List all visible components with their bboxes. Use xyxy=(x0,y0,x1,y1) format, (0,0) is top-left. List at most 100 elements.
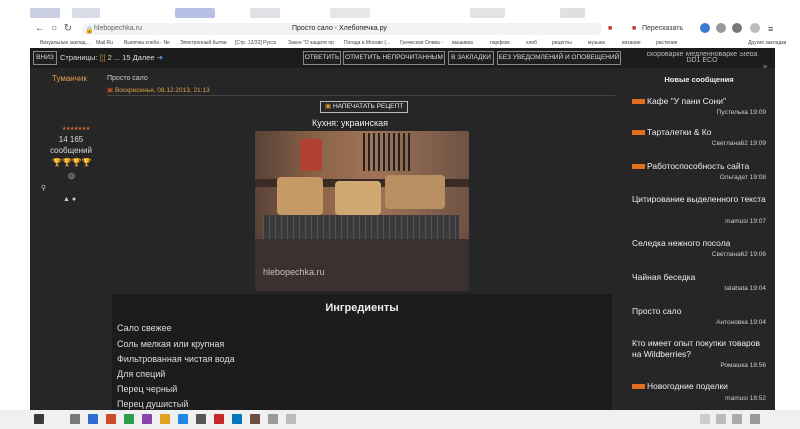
photo-detail xyxy=(385,175,445,209)
add-bookmark-button[interactable]: В ЗАКЛАДКИ xyxy=(448,51,494,65)
reload-icon[interactable]: ↻ xyxy=(62,23,74,35)
bookmark-item[interactable]: Погода в Москве (... xyxy=(344,38,390,48)
address-bar[interactable]: 🔒 hlebopechka.ru Просто сало - Хлебопечк… xyxy=(82,23,602,35)
taskbar-app-icon[interactable] xyxy=(286,414,296,424)
clock[interactable] xyxy=(750,414,760,424)
taskbar-app-icon[interactable] xyxy=(70,414,80,424)
bookmark-item[interactable]: Mail.Ru xyxy=(96,38,113,48)
ingredients-title: Ингредиенты xyxy=(325,302,399,314)
ingredient-item: Соль мелкая или крупная xyxy=(117,339,225,349)
sidebar-topic[interactable]: Тарталетки & Ко Светлана62 19:09 xyxy=(632,127,766,151)
bookmark-item[interactable]: рецепты xyxy=(552,38,572,48)
profile-icons[interactable]: ▲ ● xyxy=(63,196,76,203)
browser-tab-strip xyxy=(0,0,800,20)
author-name[interactable]: Туманчик xyxy=(52,74,87,83)
browser-tab[interactable] xyxy=(30,8,60,18)
menu-icon[interactable]: ≡ xyxy=(768,23,773,35)
bookmark-item[interactable]: Закон "О защите пр xyxy=(288,38,334,48)
topic-title[interactable]: Кафе "У пани Сони" xyxy=(632,96,766,107)
rank-stars-icon: ★★★★★★★ xyxy=(62,126,90,132)
back-icon[interactable]: ← xyxy=(34,23,46,35)
bookmark-item[interactable]: Другие закладки xyxy=(748,38,786,48)
print-recipe-button[interactable]: ▣ НАПЕЧАТАТЬ РЕЦЕПТ xyxy=(320,101,409,113)
topic-title[interactable]: Селедка нежного посола xyxy=(632,238,766,249)
ingredient-item: Фильтрованная чистая вода xyxy=(117,354,235,364)
pages-label: Страницы: xyxy=(60,53,98,62)
taskbar-app-icon[interactable] xyxy=(160,414,170,424)
photo-detail xyxy=(363,133,413,171)
browser-tab[interactable] xyxy=(72,8,100,18)
taskbar-app-icon[interactable] xyxy=(250,414,260,424)
recipe-photo[interactable]: hlebopechka.ru xyxy=(255,131,469,291)
system-tray-icon[interactable] xyxy=(716,414,726,424)
browser-tab[interactable] xyxy=(250,8,280,18)
sidebar-topic[interactable]: Работоспособность сайта Ольгадет 19:08 xyxy=(632,161,766,185)
reply-button[interactable]: ОТВЕТИТЬ xyxy=(303,51,341,65)
bookmark-item[interactable]: музыка xyxy=(588,38,605,48)
start-icon[interactable] xyxy=(34,414,44,424)
translate-button[interactable]: Пересказать xyxy=(642,23,683,35)
sidebar-topic[interactable]: Новогодние поделки mamusi 18:52 xyxy=(632,381,766,405)
taskbar-app-icon[interactable] xyxy=(268,414,278,424)
scroll-down-button[interactable]: ВНИЗ xyxy=(33,51,57,65)
taskbar-app-icon[interactable] xyxy=(232,414,242,424)
sidebar-topic[interactable]: Цитирование выделенного текста mamusi 19… xyxy=(632,194,766,228)
mark-unread-button[interactable]: ОТМЕТИТЬ НЕПРОЧИТАННЫМ xyxy=(343,51,445,65)
sidebar-topic[interactable]: Просто сало Антоновка 19:04 xyxy=(632,306,766,330)
topic-title[interactable]: Тарталетки & Ко xyxy=(632,127,766,138)
forward-icon[interactable]: ○ xyxy=(48,23,60,35)
browser-tab[interactable] xyxy=(560,8,585,18)
bookmark-item[interactable]: парфюм xyxy=(490,38,510,48)
sidebar-topic[interactable]: Кафе "У пани Сони" Пустелька 19:09 xyxy=(632,96,766,120)
bookmark-item[interactable]: Греческая Олива - xyxy=(400,38,443,48)
taskbar-app-icon[interactable] xyxy=(196,414,206,424)
taskbar-app-icon[interactable] xyxy=(178,414,188,424)
post-count-label: сообщений xyxy=(50,146,92,155)
new-badge-icon xyxy=(632,384,645,390)
sidebar-topic[interactable]: Селедка нежного посола Светлана62 19:06 xyxy=(632,238,766,262)
bookmark-item[interactable]: растения xyxy=(656,38,677,48)
taskbar-app-icon[interactable] xyxy=(106,414,116,424)
topic-title[interactable]: Просто сало xyxy=(632,306,766,317)
bookmark-item[interactable]: вязание xyxy=(622,38,641,48)
topic-title[interactable]: Кто имеет опыт покупки товаров на Wildbe… xyxy=(632,338,766,360)
author-post-count: 14 165 сообщений xyxy=(50,134,92,156)
bookmark-item[interactable]: Электронный бытов xyxy=(180,38,227,48)
bookmark-item[interactable]: хлеб xyxy=(526,38,537,48)
photo-detail xyxy=(255,239,469,291)
system-tray-icon[interactable] xyxy=(732,414,742,424)
taskbar-app-icon[interactable] xyxy=(214,414,224,424)
bookmark-item[interactable]: [Стр. 12/33] Русск xyxy=(235,38,276,48)
bookmark-icon[interactable]: ■ xyxy=(608,23,612,35)
sidebar-topic[interactable]: Кто имеет опыт покупки товаров на Wildbe… xyxy=(632,338,766,372)
bookmark-item[interactable]: Выпечка хлеба - Ne xyxy=(124,38,170,48)
browser-tab[interactable] xyxy=(470,8,505,18)
arrow-right-icon[interactable]: ➔ xyxy=(157,53,163,62)
browser-tab[interactable] xyxy=(175,8,215,18)
ingredient-item: Перец черный xyxy=(117,384,178,394)
topic-title[interactable]: Чайная беседка xyxy=(632,272,766,283)
sidebar-topic[interactable]: Чайная беседка tatabata 19:04 xyxy=(632,272,766,296)
no-notifications-button[interactable]: БЕЗ УВЕДОМЛЕНИЙ И ОПОВЕЩЕНИЙ xyxy=(497,51,621,65)
extension-icon[interactable] xyxy=(716,23,726,33)
photo-detail xyxy=(335,181,381,215)
bookmark-item[interactable]: Визуальные заклад... xyxy=(40,38,90,48)
taskbar-app-icon[interactable] xyxy=(88,414,98,424)
taskbar-app-icon[interactable] xyxy=(142,414,152,424)
sidebar-topic-title[interactable]: скороварке Медленноварке Steba DD1 ECO xyxy=(642,52,762,64)
topic-title[interactable]: Работоспособность сайта xyxy=(632,161,766,172)
profile-icon[interactable] xyxy=(750,23,760,33)
extension-icon[interactable] xyxy=(700,23,710,33)
topic-title[interactable]: Новогодние поделки xyxy=(632,381,766,392)
bookmark-item[interactable]: вышивка xyxy=(452,38,473,48)
browser-tab[interactable] xyxy=(330,8,370,18)
next-page-link[interactable]: Далее xyxy=(133,53,155,62)
post-title: Просто сало xyxy=(107,75,148,82)
pages-links[interactable]: 2 ... 15 xyxy=(108,53,131,62)
lock-icon: 🔒 xyxy=(85,27,94,34)
system-tray-icon[interactable] xyxy=(700,414,710,424)
taskbar-app-icon[interactable] xyxy=(124,414,134,424)
post-date: ▣ Воскресенье, 08.12.2013, 21:13 xyxy=(107,86,210,94)
topic-title[interactable]: Цитирование выделенного текста xyxy=(632,194,766,205)
extension-icon[interactable] xyxy=(732,23,742,33)
